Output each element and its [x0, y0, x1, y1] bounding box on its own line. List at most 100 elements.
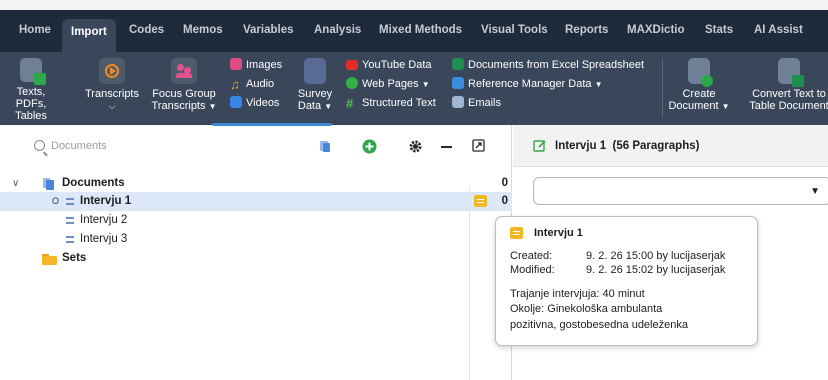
documents-search[interactable]: Documents [34, 140, 107, 152]
column-separator [469, 186, 470, 380]
tab-maxdictio[interactable]: MAXDictio [618, 15, 694, 51]
audio-note-icon: ♫ [230, 77, 240, 92]
excel-icon [452, 58, 464, 70]
texts-label: Texts, PDFs, [15, 86, 47, 110]
import-images-button[interactable]: Images [230, 57, 282, 74]
create-document-button[interactable]: Create Document ▼ [666, 58, 732, 113]
created-label: Created: [510, 250, 553, 262]
tab-import[interactable]: Import [62, 19, 116, 52]
tab-home[interactable]: Home [10, 15, 60, 51]
created-value: 9. 2. 26 15:00 by lucijaserjak [586, 250, 726, 262]
sets-folder-icon [42, 253, 57, 272]
import-reference-manager-button[interactable]: Reference Manager Data ▼ [452, 76, 603, 93]
import-transcripts-button[interactable]: Transcripts ⌵ [80, 58, 144, 112]
edit-document-icon[interactable] [533, 139, 547, 156]
focus-group-label: Focus Group [152, 88, 216, 100]
document-label: Intervju 2 [80, 214, 128, 226]
undock-window-icon[interactable] [472, 139, 485, 155]
survey-label-2: Data ▼ [297, 100, 333, 112]
convert-label-2: Table Document [749, 100, 828, 112]
document-browser-title: Intervju 1 (56 Paragraphs) [555, 140, 700, 152]
import-ribbon: Texts, PDFs, Tables Transcripts ⌵ Focus … [0, 52, 828, 125]
tab-analysis[interactable]: Analysis [305, 15, 370, 51]
gear-icon[interactable] [408, 139, 423, 157]
chevron-down-icon: ⌵ [108, 101, 116, 111]
ribbon-divider [662, 58, 663, 118]
tab-mixed-methods[interactable]: Mixed Methods [370, 15, 471, 51]
documents-root-row[interactable]: ∨ Documents 0 [0, 174, 512, 193]
tab-visual-tools[interactable]: Visual Tools [472, 15, 557, 51]
sets-label: Sets [62, 252, 87, 264]
tables-label: Tables [15, 110, 47, 122]
envelope-icon [452, 96, 464, 108]
tab-ai-assist[interactable]: AI Assist [745, 15, 812, 51]
focus-group-label-2: Transcripts ▼ [151, 100, 217, 112]
import-excel-documents-button[interactable]: Documents from Excel Spreadsheet [452, 57, 644, 74]
document-row-intervju-1[interactable]: O Intervju 1 0 [0, 192, 512, 211]
create-label-2: Document ▼ [668, 100, 730, 112]
import-structured-text-button[interactable]: # Structured Text [346, 95, 436, 112]
import-texts-button[interactable]: Texts, PDFs, Tables [0, 58, 62, 122]
images-icon [230, 58, 242, 70]
documents-icon[interactable] [318, 139, 332, 156]
video-camera-icon [230, 96, 242, 108]
import-survey-data-button[interactable]: Survey Data ▼ [292, 58, 338, 113]
modified-value: 9. 2. 26 15:02 by lucijaserjak [586, 264, 726, 276]
import-web-pages-button[interactable]: Web Pages ▼ [346, 76, 430, 93]
chevron-down-icon: ▼ [721, 102, 730, 111]
chevron-down-icon: ▼ [421, 80, 430, 89]
minimize-icon[interactable] [441, 146, 452, 148]
import-focus-group-button[interactable]: Focus Group Transcripts ▼ [146, 58, 222, 113]
document-row-intervju-3[interactable]: Intervju 3 [0, 230, 512, 249]
add-document-icon[interactable] [362, 139, 377, 157]
text-document-icon [66, 197, 74, 207]
import-youtube-button[interactable]: YouTube Data [346, 57, 432, 74]
tab-codes[interactable]: Codes [120, 15, 173, 51]
document-info-tooltip: Intervju 1 Created: 9. 2. 26 15:00 by lu… [495, 216, 758, 346]
document-label: Intervju 1 [80, 195, 132, 207]
focus-group-icon [171, 58, 197, 84]
memo-line-2: Okolje: Ginekološka ambulanta [510, 303, 663, 315]
tab-stats[interactable]: Stats [696, 15, 742, 51]
tab-variables[interactable]: Variables [234, 15, 303, 51]
transcripts-icon [99, 58, 125, 84]
chevron-down-icon[interactable]: ∨ [12, 174, 19, 193]
create-document-icon [688, 58, 713, 87]
memo-line-1: Trajanje intervjuja: 40 minut [510, 288, 645, 300]
row-marker: O [52, 196, 60, 206]
import-videos-button[interactable]: Videos [230, 95, 279, 112]
convert-table-icon [778, 58, 804, 87]
documents-root-count: 0 [501, 177, 508, 189]
convert-label: Convert Text to [752, 88, 826, 100]
menu-tab-bar: Home Import Codes Memos Variables Analys… [0, 0, 828, 52]
modified-label: Modified: [510, 264, 555, 276]
chevron-down-icon: ▼ [208, 102, 217, 111]
reference-manager-icon [452, 77, 464, 89]
memo-line-3: pozitivna, gostobesedna udeleženka [510, 319, 688, 331]
tab-memos[interactable]: Memos [174, 15, 232, 51]
chevron-down-icon: ▼ [324, 102, 333, 111]
search-placeholder: Documents [51, 140, 107, 152]
sets-row[interactable]: Sets [0, 249, 512, 268]
memo-icon [510, 227, 523, 239]
tooltip-title: Intervju 1 [534, 227, 583, 239]
hash-icon: # [346, 96, 354, 111]
text-document-icon [66, 235, 74, 245]
tab-reports[interactable]: Reports [556, 15, 617, 51]
text-document-icon [66, 216, 74, 226]
web-globe-icon [346, 77, 358, 89]
documents-root-label: Documents [62, 177, 125, 189]
import-audio-button[interactable]: ♫ Audio [230, 76, 274, 93]
survey-label: Survey [297, 88, 333, 100]
search-icon [34, 140, 45, 151]
texts-import-icon [20, 58, 46, 85]
chevron-down-icon: ▼ [594, 80, 603, 89]
document-label: Intervju 3 [80, 233, 128, 245]
memo-icon[interactable] [474, 195, 487, 207]
convert-text-to-table-button[interactable]: Convert Text to Table Document [744, 58, 828, 112]
document-row-intervju-2[interactable]: Intervju 2 [0, 211, 512, 230]
survey-list-icon [304, 58, 326, 84]
document-selector-dropdown[interactable]: ▼ [533, 177, 828, 205]
import-emails-button[interactable]: Emails [452, 95, 501, 112]
document-browser-header: Intervju 1 (56 Paragraphs) [513, 125, 828, 167]
